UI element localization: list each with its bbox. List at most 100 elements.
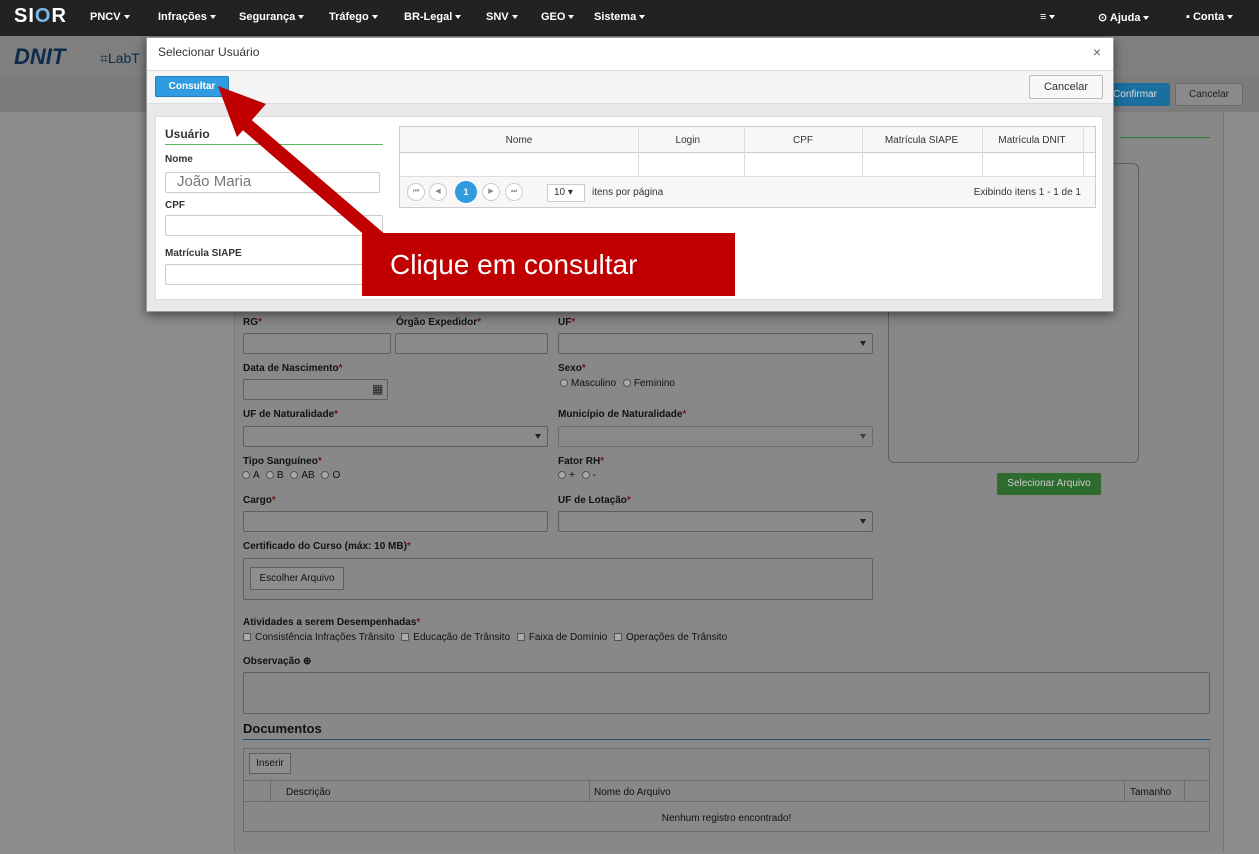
nav-sistema-label: Sistema — [594, 11, 637, 23]
nav-br-legal[interactable]: BR-Legal — [404, 11, 462, 23]
tipo-sang-radio-group: A B AB O — [238, 470, 340, 481]
add-circle-icon[interactable]: ⊕ — [303, 656, 311, 667]
nome-label: Nome — [165, 154, 193, 165]
col-tamanho: Tamanho — [1130, 787, 1172, 798]
dnit-logo: DNIT — [14, 44, 66, 69]
grid-row[interactable] — [400, 153, 1095, 177]
rg-input[interactable] — [243, 333, 391, 354]
nav-snv[interactable]: SNV — [486, 11, 518, 23]
col-divider — [589, 780, 590, 802]
checkbox-consistencia[interactable] — [243, 633, 251, 642]
usuarios-grid: Nome Login CPF Matrícula SIAPE Matrícula… — [399, 126, 1096, 208]
menu-list-icon[interactable]: ≡ — [1040, 11, 1056, 23]
mun-nat-select[interactable] — [558, 426, 873, 447]
caret-down-icon — [639, 15, 646, 20]
matricula-siape-label: Matrícula SIAPE — [165, 248, 242, 259]
modal-toolbar — [147, 70, 1113, 104]
nav-infracoes[interactable]: Infrações — [158, 11, 216, 23]
col-matricula-siape[interactable]: Matrícula SIAPE — [862, 135, 981, 146]
prev-page-icon[interactable]: ◀ — [429, 183, 447, 201]
cargo-input[interactable] — [243, 511, 548, 532]
radio-a[interactable] — [242, 471, 250, 480]
labt-label: LabT — [107, 50, 140, 66]
dropdown-arrow-icon — [535, 434, 541, 439]
nav-seguranca[interactable]: Segurança — [239, 11, 305, 23]
nome-value: João Maria — [177, 173, 252, 190]
modal-cancel-button[interactable]: Cancelar — [1029, 75, 1103, 99]
observacao-textarea[interactable] — [243, 672, 1210, 714]
nav-pncv[interactable]: PNCV — [90, 11, 130, 23]
radio-feminino[interactable] — [622, 379, 631, 388]
radio-rh-plus[interactable] — [558, 471, 566, 480]
data-nasc-input[interactable] — [243, 379, 388, 400]
nav-seguranca-label: Segurança — [239, 11, 296, 23]
page-1-button[interactable]: 1 — [455, 181, 477, 203]
checkbox-operacoes[interactable] — [613, 633, 622, 642]
user-card-icon: ▪ — [1186, 11, 1193, 23]
radio-ab[interactable] — [290, 471, 299, 480]
nav-pncv-label: PNCV — [90, 11, 121, 23]
close-icon[interactable]: × — [1093, 44, 1101, 60]
nav-conta[interactable]: ▪ Conta — [1186, 11, 1234, 23]
checkbox-educacao[interactable] — [401, 633, 410, 642]
nome-input[interactable]: João Maria — [165, 172, 380, 193]
page-size-select[interactable]: 10 ▾ — [547, 184, 585, 202]
col-divider — [1124, 780, 1125, 802]
col-matricula-dnit[interactable]: Matrícula DNIT — [982, 135, 1082, 146]
educacao-label: Educação de Trânsito — [413, 632, 511, 643]
tipo-b-label: B — [276, 470, 284, 481]
tipo-ab-label: AB — [301, 470, 315, 481]
escolher-arquivo-button[interactable]: Escolher Arquivo — [250, 567, 344, 590]
faixa-label: Faixa de Domínio — [528, 632, 608, 643]
inserir-button[interactable]: Inserir — [249, 753, 291, 774]
documentos-header — [243, 780, 1210, 802]
next-page-icon[interactable]: ▶ — [482, 183, 500, 201]
nav-br-legal-label: BR-Legal — [404, 11, 453, 23]
matricula-siape-input[interactable] — [165, 264, 383, 285]
caret-down-icon — [1049, 15, 1056, 20]
caret-down-icon — [511, 15, 518, 20]
caret-down-icon — [568, 15, 575, 20]
uf-lot-label: UF de Lotação* — [558, 495, 631, 506]
nav-geo[interactable]: GEO — [541, 11, 575, 23]
rh-plus-label: + — [569, 470, 575, 481]
nav-conta-label: Conta — [1192, 11, 1225, 23]
uf-nat-select[interactable] — [243, 426, 548, 447]
col-cpf[interactable]: CPF — [744, 135, 862, 146]
uf-lot-select[interactable] — [558, 511, 873, 532]
col-nome[interactable]: Nome — [400, 135, 638, 146]
caret-down-icon — [1227, 15, 1234, 20]
radio-rh-minus[interactable] — [581, 471, 590, 480]
nav-geo-label: GEO — [541, 11, 566, 23]
col-login[interactable]: Login — [638, 135, 743, 146]
uf-nat-label: UF de Naturalidade* — [243, 409, 339, 420]
last-page-icon[interactable]: ⏭ — [505, 183, 523, 201]
nav-sistema[interactable]: Sistema — [594, 11, 646, 23]
fator-rh-label: Fator RH* — [558, 456, 605, 467]
consultar-button[interactable]: Consultar — [155, 76, 229, 97]
page-cancel-button[interactable]: Cancelar — [1175, 83, 1243, 106]
uf-select[interactable] — [558, 333, 873, 354]
radio-masculino[interactable] — [560, 379, 568, 388]
documentos-empty-message: Nenhum registro encontrado! — [661, 813, 792, 824]
caret-down-icon — [123, 15, 130, 20]
certificado-label: Certificado do Curso (máx: 10 MB)* — [243, 541, 411, 552]
radio-b[interactable] — [265, 471, 274, 480]
usuario-section-title: Usuário — [165, 127, 210, 141]
labt-logo: ⌗LabT — [100, 50, 140, 66]
data-nasc-label: Data de Nascimento* — [243, 363, 343, 374]
cpf-input[interactable] — [165, 215, 383, 236]
orgao-input[interactable] — [395, 333, 548, 354]
nav-infracoes-label: Infrações — [158, 11, 207, 23]
radio-o[interactable] — [321, 471, 330, 480]
checkbox-faixa[interactable] — [516, 633, 525, 642]
fator-rh-radio-group: + - — [554, 470, 596, 481]
calendar-icon[interactable]: ▦ — [372, 382, 383, 396]
sior-logo[interactable]: SIOR — [14, 5, 67, 28]
nav-trafego[interactable]: Tráfego — [329, 11, 378, 23]
selecionar-arquivo-button[interactable]: Selecionar Arquivo — [997, 473, 1101, 495]
first-page-icon[interactable]: ⏮ — [407, 183, 425, 201]
masculino-label: Masculino — [571, 378, 617, 389]
nav-ajuda[interactable]: ⊙ Ajuda — [1098, 11, 1150, 24]
caret-down-icon — [371, 15, 378, 20]
